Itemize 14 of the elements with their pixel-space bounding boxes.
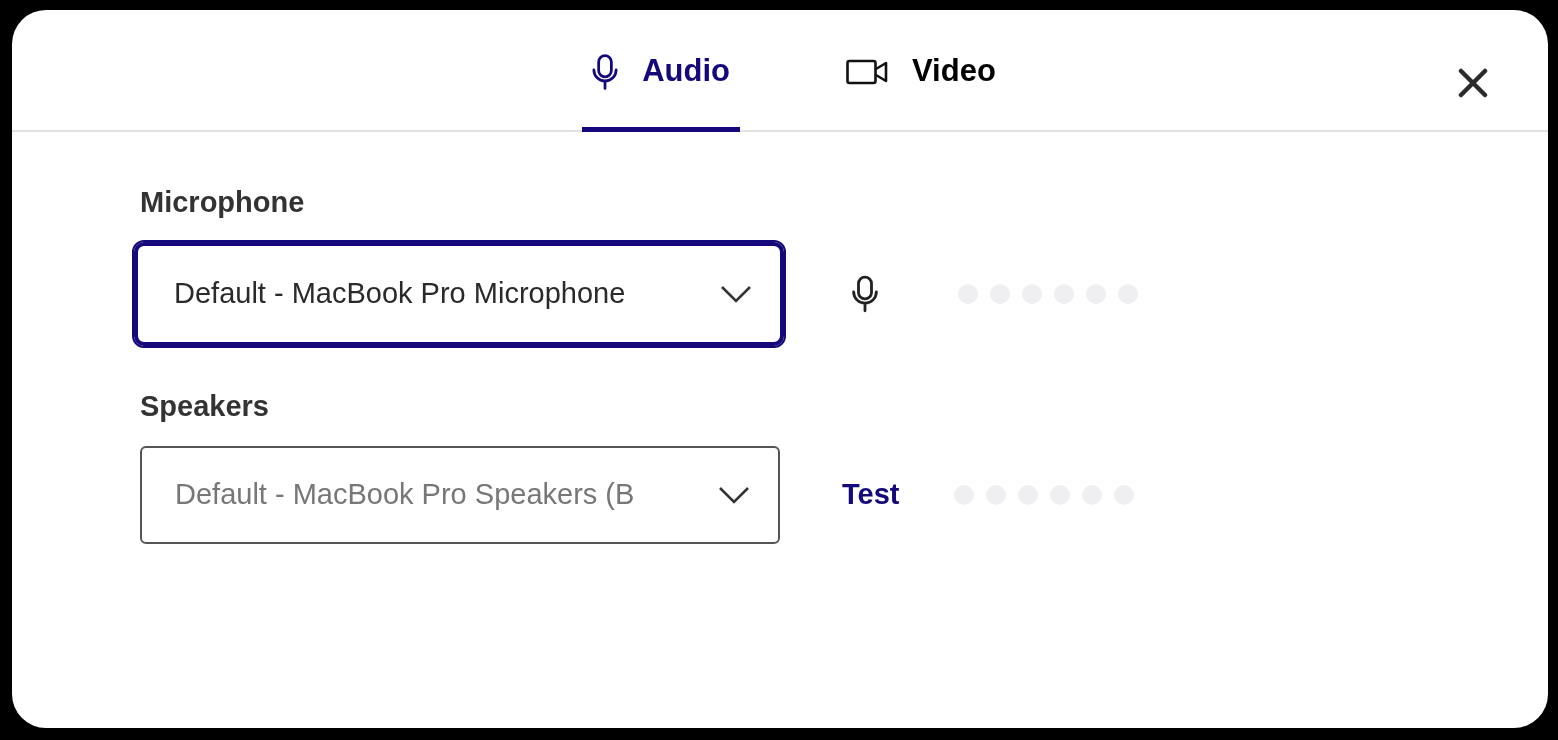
test-link[interactable]: Test <box>842 473 900 517</box>
chevron-down-icon <box>718 486 750 504</box>
microphone-icon <box>852 275 878 313</box>
video-camera-icon <box>846 58 888 85</box>
field-label: Speakers <box>140 389 270 424</box>
close-button[interactable] <box>1456 66 1490 100</box>
dropdown-select[interactable]: Default - MacBook Pro Microphone <box>134 242 784 346</box>
tab[interactable]: Video <box>844 10 998 132</box>
close-icon <box>1458 68 1488 98</box>
field-label: Microphone <box>140 185 306 220</box>
chevron-down-icon <box>720 285 752 303</box>
dropdown-select[interactable]: Default - MacBook Pro Speakers (B <box>140 446 780 544</box>
tab[interactable]: Audio <box>582 10 740 132</box>
microphone-icon <box>592 53 619 90</box>
